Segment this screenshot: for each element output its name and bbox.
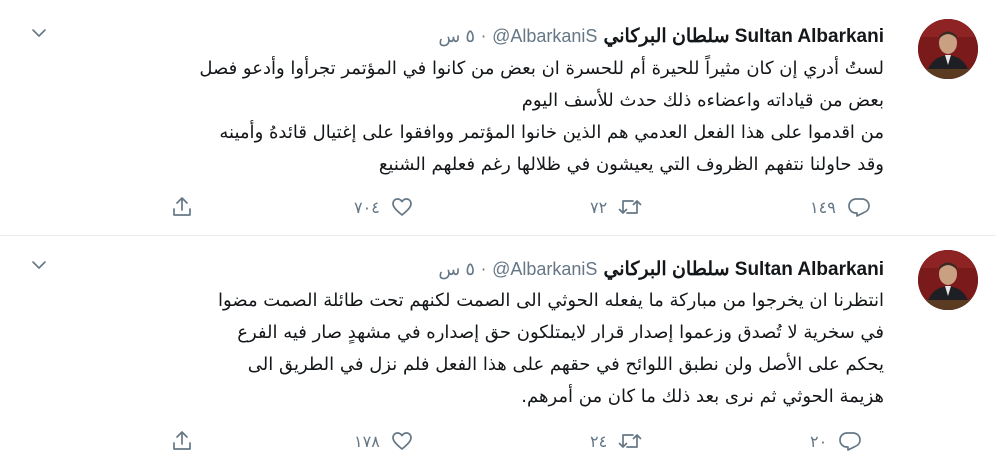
reply-icon — [846, 195, 872, 219]
retweet-button[interactable]: ٢٤ — [590, 428, 643, 454]
timestamp[interactable]: ٥ س — [438, 259, 475, 280]
tweet-text-line: انتظرنا ان يخرجوا من مباركة ما يفعله الح… — [218, 290, 884, 311]
tweet-text: انتظرنا ان يخرجوا من مباركة ما يفعله الح… — [32, 285, 884, 413]
tweet-header: Sultan Albarkani سلطان البركاني @Albarka… — [438, 24, 884, 48]
like-count: ٧٠٤ — [354, 197, 380, 217]
heart-icon — [390, 429, 414, 453]
retweet-icon — [617, 195, 643, 219]
share-button[interactable] — [170, 194, 194, 220]
share-button[interactable] — [170, 428, 194, 454]
like-button[interactable]: ١٧٨ — [354, 428, 414, 454]
tweet-text-line: وقد حاولنا نتفهم الظروف التي يعيشون في ظ… — [378, 154, 884, 175]
heart-icon — [390, 195, 414, 219]
share-icon — [170, 195, 194, 219]
timestamp[interactable]: ٥ س — [438, 26, 475, 47]
reply-count: ١٤٩ — [810, 197, 836, 217]
tweet[interactable]: Sultan Albarkani سلطان البركاني @Albarka… — [0, 0, 996, 236]
tweet-actions: ٧٠٤ ٧٢ ١٤٩ — [170, 194, 890, 220]
user-handle[interactable]: @AlbarkaniS — [492, 26, 597, 47]
chevron-down-icon[interactable] — [30, 24, 48, 42]
like-button[interactable]: ٧٠٤ — [354, 194, 414, 220]
share-icon — [170, 429, 194, 453]
tweet-text-line: من اقدموا على هذا الفعل العدمي هم الذين … — [219, 122, 884, 143]
avatar[interactable] — [918, 19, 978, 79]
retweet-button[interactable]: ٧٢ — [590, 194, 643, 220]
separator-dot: · — [481, 26, 487, 46]
tweet-header: Sultan Albarkani سلطان البركاني @Albarka… — [438, 257, 884, 281]
tweet[interactable]: Sultan Albarkani سلطان البركاني @Albarka… — [0, 237, 996, 471]
tweet-text: لستُ أدري إن كان مثيراً للحيرة أم للحسرة… — [32, 53, 884, 181]
retweet-count: ٧٢ — [590, 197, 608, 217]
display-name[interactable]: Sultan Albarkani سلطان البركاني — [603, 258, 884, 281]
display-name[interactable]: Sultan Albarkani سلطان البركاني — [603, 25, 884, 48]
reply-icon — [837, 429, 863, 453]
avatar[interactable] — [918, 250, 978, 310]
like-count: ١٧٨ — [354, 431, 380, 451]
reply-count: ٢٠ — [810, 431, 828, 451]
tweet-text-line: لستُ أدري إن كان مثيراً للحيرة أم للحسرة… — [199, 58, 884, 79]
reply-button[interactable]: ٢٠ — [810, 428, 863, 454]
tweet-text-line: يحكم على الأصل ولن نطبق اللوائح في حقهم … — [247, 354, 884, 375]
chevron-down-icon[interactable] — [30, 256, 48, 274]
tweet-actions: ١٧٨ ٢٤ ٢٠ — [170, 428, 890, 454]
tweet-text-line: هزيمة الحوثي ثم نرى بعد ذلك ما كان من أم… — [521, 386, 884, 407]
reply-button[interactable]: ١٤٩ — [810, 194, 872, 220]
tweet-text-line: في سخرية لا تُصدق وزعموا إصدار قرار لايم… — [237, 322, 884, 343]
user-handle[interactable]: @AlbarkaniS — [492, 259, 597, 280]
retweet-count: ٢٤ — [590, 431, 608, 451]
separator-dot: · — [481, 259, 487, 279]
retweet-icon — [617, 429, 643, 453]
tweet-text-line: بعض من قياداته واعضاءه ذلك حدث للأسف الي… — [521, 90, 884, 111]
